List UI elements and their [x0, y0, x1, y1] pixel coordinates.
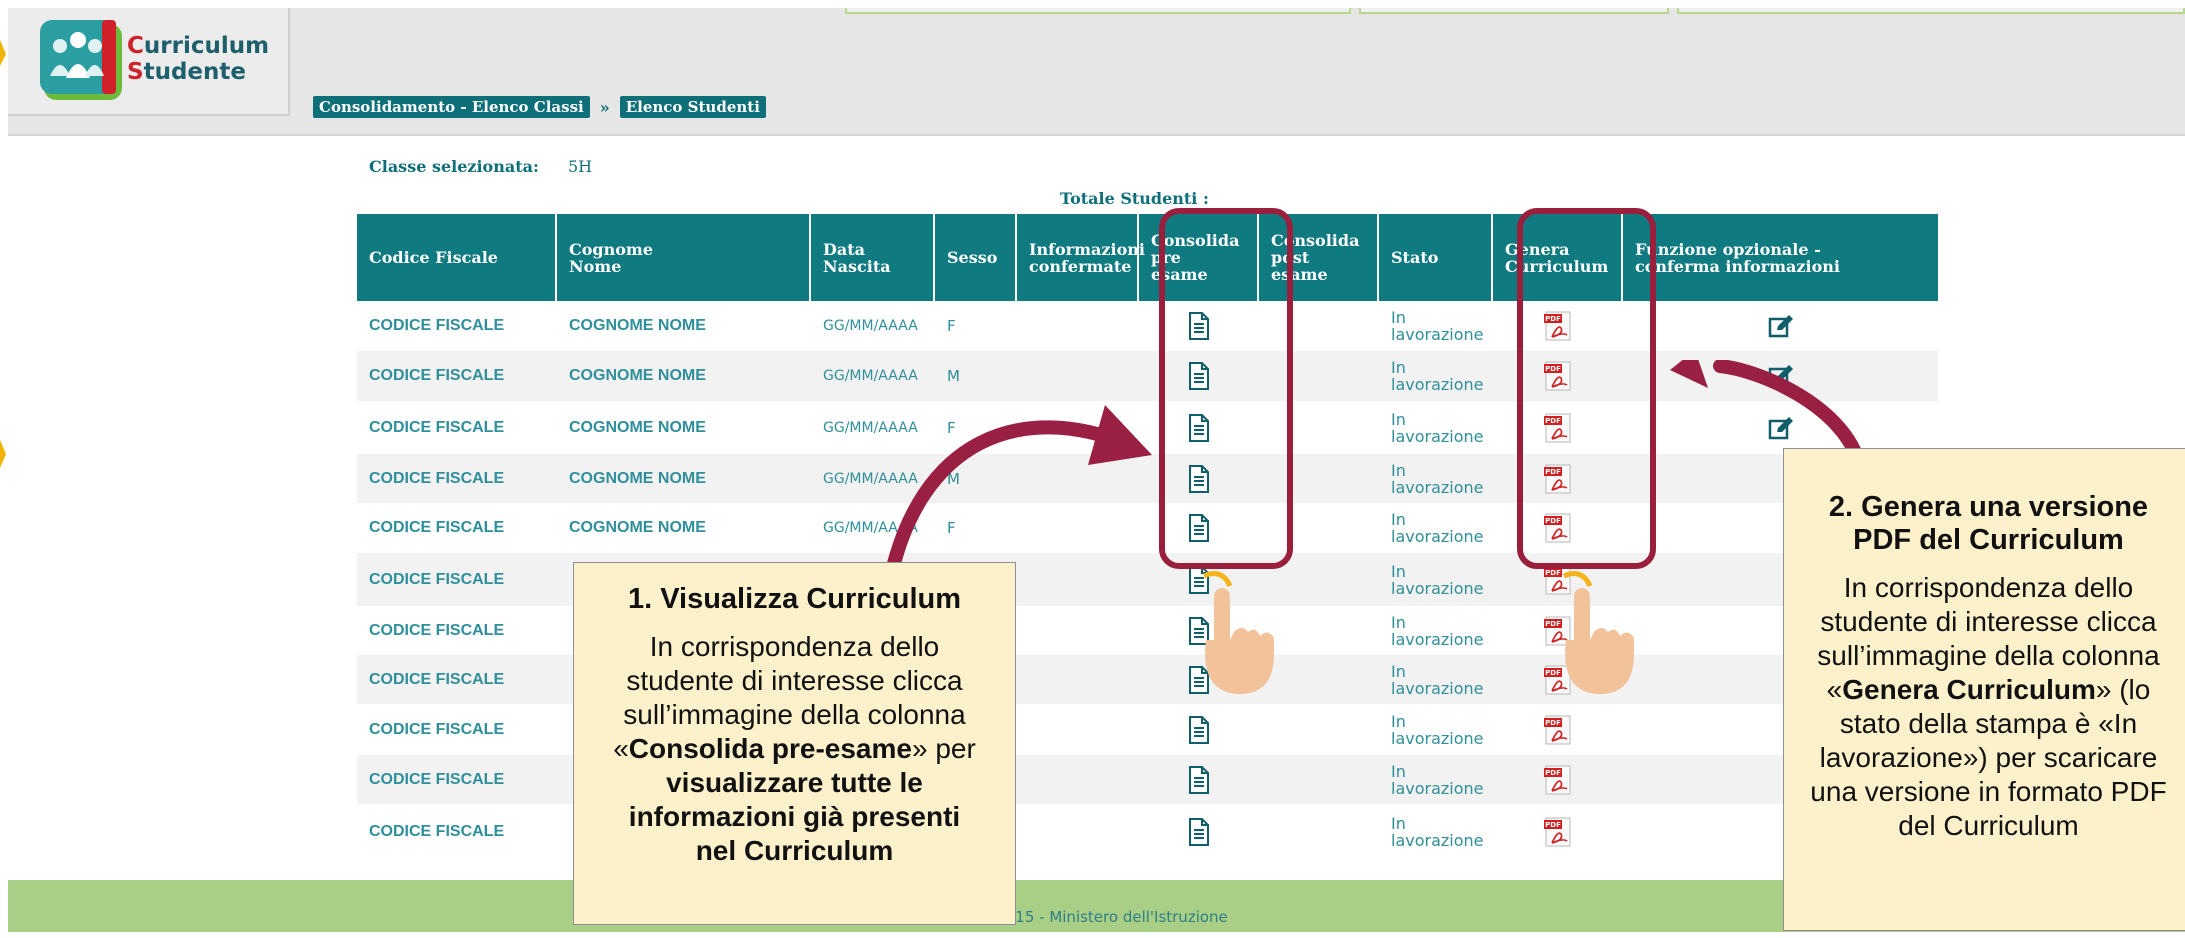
cell-codice-fiscale: CODICE FISCALE: [369, 469, 505, 487]
arrow-2-curve: [1713, 360, 1865, 467]
callout-2-quote-close: » (lo: [2095, 674, 2151, 705]
cell-codice-fiscale: CODICE FISCALE: [369, 720, 505, 738]
logo-icon: [40, 20, 122, 100]
callout-2-line-2: studente di interesse clicca: [1820, 606, 2157, 637]
top-tab-2[interactable]: [1359, 8, 1669, 14]
logo-cap-2: S: [127, 59, 144, 85]
cell-cognome-nome: COGNOME NOME: [569, 317, 706, 334]
arrow-2-head: [1670, 360, 1708, 388]
selected-class-label: Classe selezionata:: [369, 157, 539, 176]
col-header-cognome-nome: Cognome Nome: [557, 214, 811, 301]
callout-2-line-3: sull’immagine della colonna: [1817, 640, 2160, 671]
top-tab-strip: [845, 8, 2185, 14]
cell-codice-fiscale: CODICE FISCALE: [369, 418, 505, 436]
cell-stato: In lavorazione: [1391, 761, 1484, 798]
callout-1-quote-open: «: [613, 733, 629, 764]
total-students-label: Totale Studenti :: [1060, 189, 1209, 208]
svg-text:PDF: PDF: [1545, 821, 1561, 829]
callout-1-line-6: informazioni già presenti: [574, 800, 1015, 834]
cell-stato: In lavorazione: [1391, 813, 1484, 850]
cell-stato: In lavorazione: [1391, 711, 1484, 748]
cell-sesso: F: [947, 317, 956, 335]
col-header-data-nascita: Data Nascita: [811, 214, 935, 301]
logo-title: Curriculum Studente: [127, 33, 269, 85]
pdf-icon[interactable]: PDF: [1493, 804, 1623, 859]
cell-codice-fiscale: CODICE FISCALE: [369, 367, 505, 384]
callout-2-title-2: PDF del Curriculum: [1853, 524, 2124, 556]
logo-cap-1: C: [127, 33, 144, 59]
logo-rest-2: tudente: [143, 59, 246, 85]
cell-codice-fiscale: CODICE FISCALE: [369, 570, 505, 588]
callout-2-line-8: del Curriculum: [1898, 810, 2079, 841]
breadcrumb: Consolidamento - Elenco Classi » Elenco …: [313, 95, 766, 119]
cell-cognome-nome: COGNOME NOME: [569, 418, 706, 436]
callout-2-title-1: 2. Genera una versione: [1828, 491, 2149, 523]
callout-1-line-7: nel Curriculum: [574, 834, 1015, 868]
top-tab-3[interactable]: [1677, 8, 2185, 14]
pdf-icon[interactable]: PDF: [1493, 755, 1623, 804]
callout-1-bold-2: visualizzare tutte le: [666, 767, 923, 798]
callout-1-line-1: In corrispondenza dello: [649, 631, 940, 662]
edit-icon[interactable]: [1623, 301, 1938, 351]
arrow-1-head: [1088, 405, 1152, 465]
pointer-hand-icon-2: [1562, 571, 1634, 695]
left-edge-decoration: [0, 40, 6, 468]
callout-2-line-1: In corrispondenza dello: [1843, 572, 2134, 603]
callout-2-line-5: stato della stampa è «In: [1839, 708, 2138, 739]
cell-codice-fiscale: CODICE FISCALE: [369, 670, 505, 688]
callout-visualizza-curriculum: 1. Visualizza Curriculum In corrisponden…: [573, 562, 1016, 925]
cell-cognome-nome: COGNOME NOME: [569, 367, 706, 384]
callout-1-line-2: studente di interesse clicca: [626, 665, 963, 696]
col-header-sesso: Sesso: [935, 214, 1017, 301]
col-header-funzione-opzionale: Funzione opzionale - conferma informazio…: [1635, 239, 1840, 276]
breadcrumb-classes-link[interactable]: Consolidamento - Elenco Classi: [313, 96, 590, 118]
breadcrumb-students[interactable]: Elenco Studenti: [619, 96, 766, 118]
pdf-icon[interactable]: PDF: [1493, 704, 1623, 755]
col-header-stato: Stato: [1379, 214, 1493, 301]
callout-1-title: 1. Visualizza Curriculum: [627, 583, 962, 615]
cell-cognome-nome: COGNOME NOME: [569, 519, 706, 536]
svg-text:PDF: PDF: [1545, 719, 1561, 727]
logo-rest-1: urriculum: [143, 33, 270, 59]
callout-1-quote-close: » per: [911, 733, 976, 764]
annotation-arrows: [883, 360, 1865, 587]
selected-class-value: 5H: [568, 157, 593, 176]
callout-2-line-7: una versione in formato PDF: [1810, 776, 2167, 807]
svg-text:PDF: PDF: [1545, 769, 1561, 777]
callout-1-line-4: «Consolida pre-esame» per: [574, 732, 1015, 766]
cell-cognome-nome: COGNOME NOME: [569, 469, 706, 487]
top-tab-1[interactable]: [845, 8, 1351, 14]
document-icon[interactable]: [1139, 755, 1259, 804]
table-header: Codice Fiscale Cognome Nome Data Nascita…: [357, 214, 1938, 301]
cell-codice-fiscale: CODICE FISCALE: [369, 770, 505, 788]
callout-1-line-3: sull’immagine della colonna: [623, 699, 966, 730]
document-icon[interactable]: [1139, 804, 1259, 859]
cell-data-nascita: GG/MM/AAAA: [823, 318, 918, 334]
pointer-hand-icon: [1202, 571, 1274, 695]
callout-1-bold-column: Consolida pre-esame: [628, 733, 912, 764]
col-header-codice-fiscale: Codice Fiscale: [357, 214, 557, 301]
callout-1-line-5: visualizzare tutte le: [574, 766, 1015, 800]
breadcrumb-separator: »: [599, 97, 610, 117]
callout-genera-pdf: 2. Genera una versione PDF del Curriculu…: [1783, 448, 2185, 931]
cell-codice-fiscale: CODICE FISCALE: [369, 519, 505, 536]
callout-1-bold-4: nel Curriculum: [695, 835, 894, 866]
callout-2-bold-column: Genera Curriculum: [1842, 674, 2096, 705]
callout-2-quote-open: «: [1826, 674, 1843, 705]
col-header-info-confermate: Informazioni confermate: [1017, 214, 1145, 301]
document-icon[interactable]: [1139, 704, 1259, 755]
cell-codice-fiscale: CODICE FISCALE: [369, 822, 505, 840]
cell-stato: In lavorazione: [1391, 308, 1484, 344]
cell-codice-fiscale: CODICE FISCALE: [369, 317, 505, 334]
callout-2-line-6: lavorazione») per scaricare: [1819, 742, 2158, 773]
table-row: CODICE FISCALE COGNOME NOME GG/MM/AAAA F In …: [357, 301, 1938, 351]
callout-2-line-4: «Genera Curriculum» (lo: [1784, 673, 2185, 707]
cell-codice-fiscale: CODICE FISCALE: [369, 621, 505, 639]
callout-1-bold-3: informazioni già presenti: [628, 801, 961, 832]
